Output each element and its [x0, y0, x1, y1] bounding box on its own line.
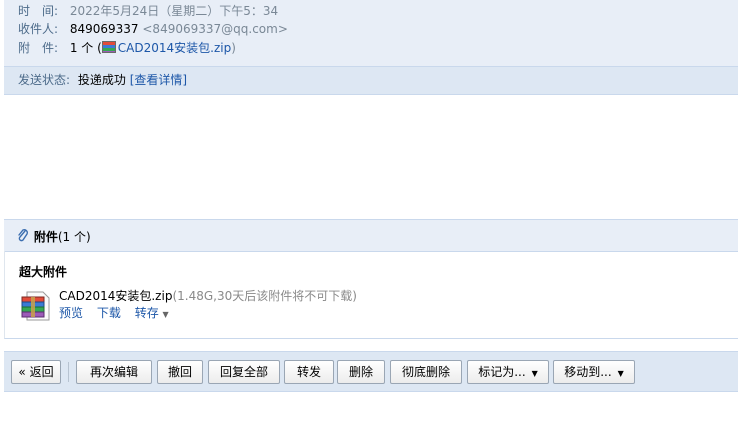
move-to-button[interactable]: 移动到... ▼ — [553, 360, 635, 384]
recall-button[interactable]: 撤回 — [157, 360, 203, 384]
forward-button[interactable]: 转发 — [284, 360, 334, 384]
zip-archive-icon[interactable] — [21, 290, 51, 322]
save-to-label: 转存 — [134, 306, 159, 320]
attachments-header: 附件(1 个) — [4, 219, 738, 252]
zip-file-icon — [101, 41, 116, 53]
save-to-link[interactable]: 转存 ▼ — [135, 306, 169, 320]
reply-all-button[interactable]: 回复全部 — [208, 360, 280, 384]
status-value: 投递成功 — [77, 73, 126, 87]
attachment-link[interactable]: CAD2014安装包.zip — [118, 41, 231, 55]
recipient-email: <849069337@qq.com> — [142, 22, 288, 36]
delete-button[interactable]: 删除 — [337, 360, 385, 384]
attachments-count: (1 个) — [57, 230, 91, 244]
chevron-down-icon: ▼ — [617, 369, 624, 378]
chevron-down-icon: ▼ — [162, 310, 169, 319]
file-meta: (1.48G,30天后该附件将不可下载) — [172, 289, 357, 303]
chevron-down-icon: ▼ — [531, 369, 538, 378]
toolbar-separator — [68, 362, 69, 382]
recipient-name[interactable]: 849069337 — [70, 22, 139, 36]
paperclip-icon — [16, 228, 30, 244]
time-row: 时 间: 2022年5月24日（星期二）下午5：34 — [18, 2, 278, 20]
preview-link[interactable]: 预览 — [59, 306, 83, 320]
time-value: 2022年5月24日（星期二）下午5：34 — [69, 4, 279, 18]
attachment-close: ) — [231, 41, 236, 55]
status-detail-link[interactable]: [查看详情] — [130, 73, 187, 87]
recipient-label: 收件人: — [18, 22, 59, 36]
download-link[interactable]: 下载 — [97, 306, 121, 320]
file-name-text[interactable]: CAD2014安装包.zip — [59, 289, 172, 303]
attachment-count: 1 个 ( — [69, 41, 102, 55]
attachments-title: 附件 — [33, 230, 58, 244]
delivery-status-row: 发送状态: 投递成功 [查看详情] — [4, 66, 738, 94]
re-edit-button[interactable]: 再次编辑 — [76, 360, 152, 384]
move-to-label: 移动到... — [564, 365, 612, 379]
attachment-label: 附 件: — [18, 41, 59, 55]
recipient-row: 收件人: 849069337 <849069337@qq.com> — [18, 20, 288, 38]
attachments-body: 超大附件 CAD2014安装包.zip(1.48G,30天后该附件将不可下载) … — [4, 251, 738, 339]
attachment-file-name: CAD2014安装包.zip(1.48G,30天后该附件将不可下载) — [59, 287, 357, 304]
back-button[interactable]: « 返回 — [11, 360, 61, 384]
mail-toolbar: « 返回 再次编辑 撤回 回复全部 转发 删除 彻底删除 标记为... ▼ 移动到… — [4, 351, 738, 392]
attachment-actions: 预览 下载 转存 ▼ — [59, 304, 169, 321]
large-attachment-title: 超大附件 — [19, 265, 68, 279]
status-label: 发送状态: — [18, 73, 71, 87]
mark-as-button[interactable]: 标记为... ▼ — [467, 360, 549, 384]
delete-permanently-button[interactable]: 彻底删除 — [390, 360, 462, 384]
attachment-row: 附 件: 1 个 ( CAD2014安装包.zip) — [18, 39, 236, 57]
time-label: 时 间: — [18, 4, 59, 18]
mark-as-label: 标记为... — [478, 365, 526, 379]
